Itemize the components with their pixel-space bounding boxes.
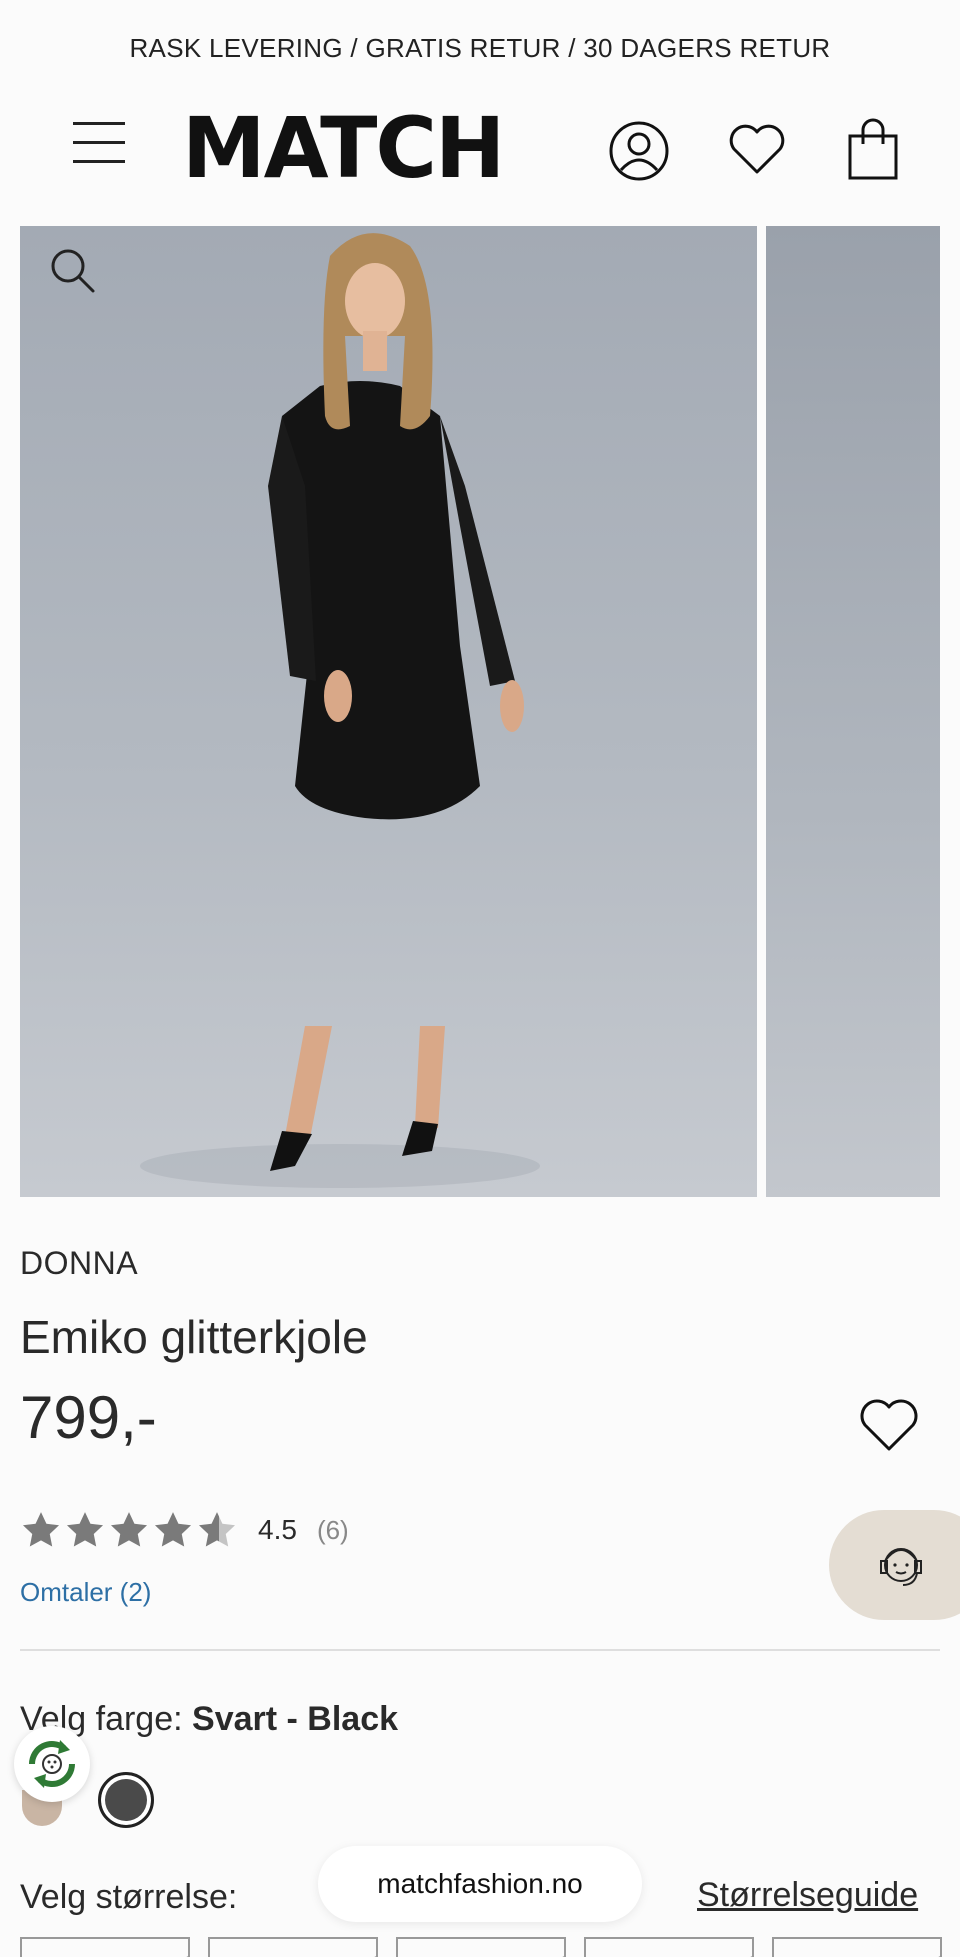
account-icon[interactable] xyxy=(608,120,670,182)
section-divider xyxy=(20,1649,940,1651)
recycle-icon xyxy=(29,1740,75,1788)
shopping-bag-icon[interactable] xyxy=(844,116,902,182)
promo-text: RASK LEVERING / GRATIS RETUR / 30 DAGERS… xyxy=(129,32,831,63)
heart-icon[interactable] xyxy=(728,122,786,176)
size-label: Velg størrelse: xyxy=(20,1878,238,1916)
promo-bar: RASK LEVERING / GRATIS RETUR / 30 DAGERS… xyxy=(0,0,960,96)
selected-color: Svart - Black xyxy=(192,1700,399,1738)
star-icon xyxy=(66,1512,104,1547)
product-title: Emiko glitterkjole xyxy=(20,1311,368,1363)
color-swatch-black[interactable] xyxy=(98,1772,154,1828)
heart-icon[interactable] xyxy=(858,1395,920,1457)
size-guide-link[interactable]: Størrelseguide xyxy=(697,1876,918,1915)
product-price: 799,- xyxy=(20,1384,157,1451)
url-text: matchfashion.no xyxy=(377,1868,583,1899)
product-image-main[interactable] xyxy=(20,226,757,1197)
rating-count: (6) xyxy=(316,1514,349,1545)
size-option[interactable] xyxy=(208,1937,378,1957)
site-logo[interactable]: MATCH xyxy=(182,106,505,190)
star-icon xyxy=(22,1512,60,1547)
star-half-icon xyxy=(198,1512,236,1547)
eco-badge[interactable] xyxy=(14,1726,90,1802)
size-option[interactable] xyxy=(772,1937,942,1957)
model-illustration xyxy=(140,233,540,1188)
product-rating[interactable]: 4.5 (6) xyxy=(20,1508,349,1552)
star-icon xyxy=(110,1512,148,1547)
site-header: MATCH xyxy=(0,96,960,226)
product-brand[interactable]: DONNA xyxy=(20,1245,138,1282)
star-icon xyxy=(154,1512,192,1547)
menu-icon[interactable] xyxy=(70,120,128,166)
size-option[interactable] xyxy=(396,1937,566,1957)
support-agent-icon xyxy=(880,1548,922,1586)
rating-stars xyxy=(20,1509,238,1551)
customer-support-button[interactable] xyxy=(829,1510,960,1620)
product-image-next[interactable] xyxy=(766,226,940,1197)
rating-value: 4.5 xyxy=(258,1514,297,1545)
search-icon[interactable] xyxy=(48,246,98,296)
reviews-link[interactable]: Omtaler (2) xyxy=(20,1577,151,1608)
browser-url-bar[interactable]: matchfashion.no xyxy=(318,1846,642,1922)
size-option[interactable] xyxy=(20,1937,190,1957)
size-option[interactable] xyxy=(584,1937,754,1957)
product-gallery[interactable] xyxy=(20,226,940,1197)
